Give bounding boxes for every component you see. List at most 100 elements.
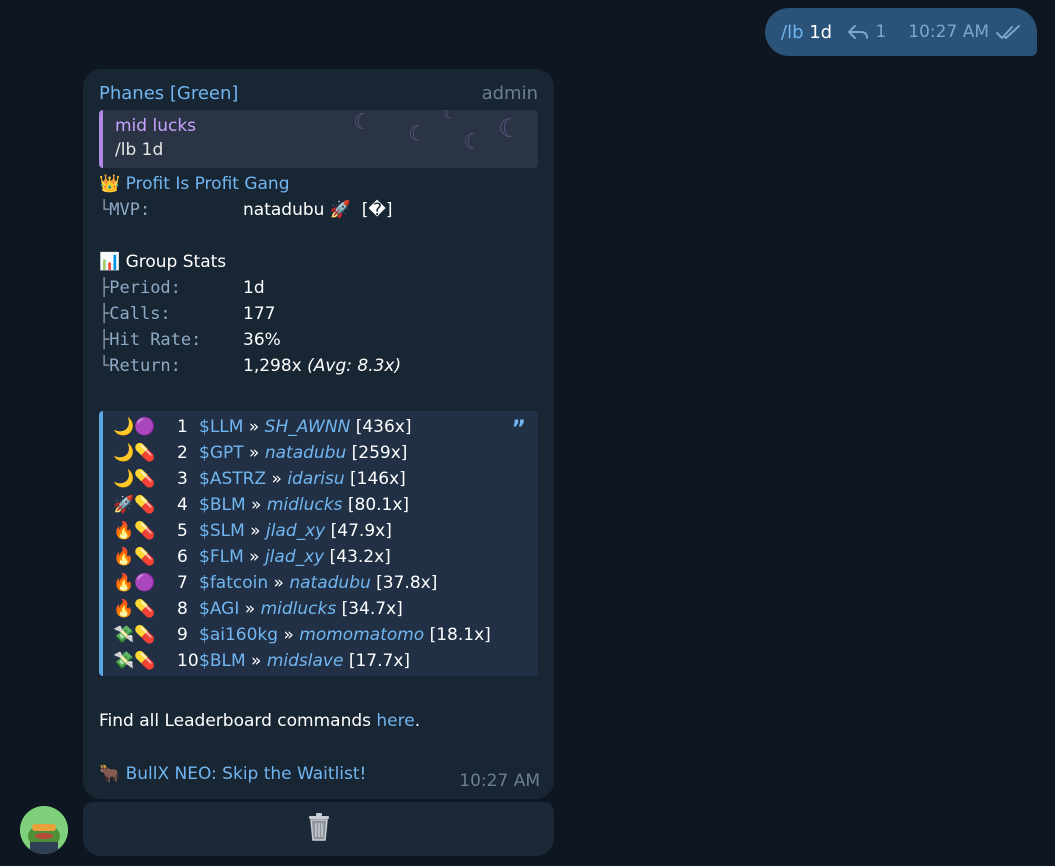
moon-icon: ☾	[463, 130, 483, 155]
outgoing-meta: 1 10:27 AM	[847, 22, 1021, 42]
ticker-link[interactable]: $BLM	[199, 495, 246, 515]
message-time: 10:27 AM	[459, 771, 540, 791]
chart-icon: 📊	[99, 252, 121, 272]
separator: »	[251, 495, 262, 515]
mvp-tag[interactable]: [�]	[362, 200, 393, 220]
stats-title: Group Stats	[125, 252, 227, 272]
moon-icon: ☾	[408, 122, 428, 147]
leaderboard-row: 🌙💊 3 $ASTRZ » idarisu [146x]	[113, 466, 538, 492]
ticker-link[interactable]: $GPT	[199, 443, 244, 463]
multiplier: [259x]	[351, 443, 408, 463]
caller-link[interactable]: midslave	[267, 651, 344, 671]
rank-emoji: 🔥🟣	[113, 573, 156, 593]
ticker-link[interactable]: $ai160kg	[199, 625, 278, 645]
caller-link[interactable]: natadubu	[265, 443, 346, 463]
caller-link[interactable]: midlucks	[261, 599, 337, 619]
gang-title[interactable]: Profit Is Profit Gang	[126, 174, 290, 194]
rank-number: 9	[177, 625, 188, 645]
delete-button[interactable]	[83, 802, 554, 856]
tree-glyph: ├	[99, 304, 110, 324]
ticker-link[interactable]: $SLM	[199, 521, 245, 541]
moon-icon: ☾	[353, 110, 373, 135]
rank-number: 4	[177, 495, 188, 515]
crown-icon: 👑	[99, 174, 121, 194]
stats-label: Calls:	[109, 304, 171, 324]
multiplier: [18.1x]	[429, 625, 491, 645]
incoming-message: Phanes [Green] admin mid lucks /lb 1d ☾ …	[83, 69, 554, 799]
promo-line: 🐂 BullX NEO: Skip the Waitlist!	[99, 761, 366, 787]
double-check-icon	[995, 24, 1021, 40]
quote-icon[interactable]: ”	[512, 417, 526, 442]
rank-emoji: 🌙💊	[113, 443, 156, 463]
stats-value: 1,298x (Avg: 8.3x)	[243, 353, 401, 379]
ticker-link[interactable]: $AGI	[199, 599, 239, 619]
reply-arrow-icon[interactable]	[847, 24, 869, 40]
promo-link[interactable]: BullX NEO: Skip the Waitlist!	[126, 764, 367, 784]
leaderboard-row: 🌙💊 2 $GPT » natadubu [259x]	[113, 440, 538, 466]
rank-number: 8	[177, 599, 188, 619]
mvp-user: natadubu 🚀	[243, 200, 351, 220]
ticker-link[interactable]: $FLM	[199, 547, 244, 567]
reply-count[interactable]: 1	[875, 22, 886, 42]
footer-line: Find all Leaderboard commands here.	[99, 708, 420, 734]
stats-label: Return:	[109, 356, 181, 376]
multiplier: [17.7x]	[348, 651, 411, 671]
outgoing-message[interactable]: /lb 1d 1 10:27 AM	[765, 8, 1037, 56]
return-note: (Avg: 8.3x)	[307, 356, 402, 376]
tree-glyph: └	[99, 200, 110, 220]
avatar[interactable]	[20, 806, 68, 854]
separator: »	[249, 443, 260, 463]
caller-link[interactable]: SH_AWNN	[265, 417, 351, 437]
multiplier: [37.8x]	[376, 573, 438, 593]
outgoing-time: 10:27 AM	[908, 22, 989, 42]
caller-link[interactable]: idarisu	[287, 469, 344, 489]
mvp-label: MVP:	[109, 200, 151, 220]
gang-line: 👑 Profit Is Profit Gang	[99, 171, 290, 197]
separator: »	[249, 547, 260, 567]
stats-label: Period:	[109, 278, 181, 298]
separator: »	[250, 521, 261, 541]
stats-value: 36%	[243, 330, 281, 350]
ticker-link[interactable]: $LLM	[199, 417, 243, 437]
rank-emoji: 🚀💊	[113, 495, 156, 515]
sender-role: admin	[481, 83, 538, 104]
moon-icon: ☾	[498, 114, 522, 144]
stats-row-return: └Return: 1,298x (Avg: 8.3x)	[99, 353, 401, 379]
rank-emoji: 🔥💊	[113, 599, 156, 619]
rank-number: 5	[177, 521, 188, 541]
leaderboard-row: 🚀💊 4 $BLM » midlucks [80.1x]	[113, 492, 538, 518]
rank-number: 2	[177, 443, 188, 463]
caller-link[interactable]: jlad_xy	[265, 547, 324, 567]
caller-link[interactable]: natadubu	[289, 573, 370, 593]
rank-emoji: 🔥💊	[113, 547, 156, 567]
ticker-link[interactable]: $ASTRZ	[199, 469, 266, 489]
outgoing-command-arg: 1d	[809, 21, 833, 43]
reply-preview[interactable]: mid lucks /lb 1d ☾ ☾ ☾ ☾ ☾	[99, 110, 538, 168]
leaderboard-row: 💸💊 10$BLM » midslave [17.7x]	[113, 648, 538, 674]
rank-emoji: 🔥💊	[113, 521, 156, 541]
sender-name[interactable]: Phanes [Green]	[99, 83, 238, 104]
ticker-link[interactable]: $fatcoin	[199, 573, 268, 593]
stats-value: 1d	[243, 278, 265, 298]
footer-end: .	[414, 711, 421, 731]
tree-glyph: ├	[99, 278, 110, 298]
separator: »	[273, 573, 284, 593]
caller-link[interactable]: momomatomo	[299, 625, 424, 645]
separator: »	[251, 651, 262, 671]
outgoing-command-slash[interactable]: /lb	[781, 22, 804, 43]
stats-value: 177	[243, 304, 276, 324]
leaderboard-quote: ” 🌙🟣 1 $LLM » SH_AWNN [436x] 🌙💊 2 $GPT » nata…	[99, 411, 538, 676]
stats-row-calls: ├Calls: 177	[99, 301, 275, 327]
multiplier: [80.1x]	[347, 495, 410, 515]
rank-number: 10	[177, 651, 199, 671]
leaderboard-list: 🌙🟣 1 $LLM » SH_AWNN [436x] 🌙💊 2 $GPT » natadu…	[113, 414, 538, 674]
mvp-line: └MVP: natadubu 🚀 [�]	[99, 197, 393, 223]
stats-label: Hit Rate:	[109, 330, 202, 350]
ticker-link[interactable]: $BLM	[199, 651, 246, 671]
multiplier: [47.9x]	[330, 521, 392, 541]
caller-link[interactable]: midlucks	[267, 495, 343, 515]
multiplier: [43.2x]	[329, 547, 391, 567]
separator: »	[283, 625, 294, 645]
caller-link[interactable]: jlad_xy	[266, 521, 325, 541]
here-link[interactable]: here	[376, 711, 414, 731]
